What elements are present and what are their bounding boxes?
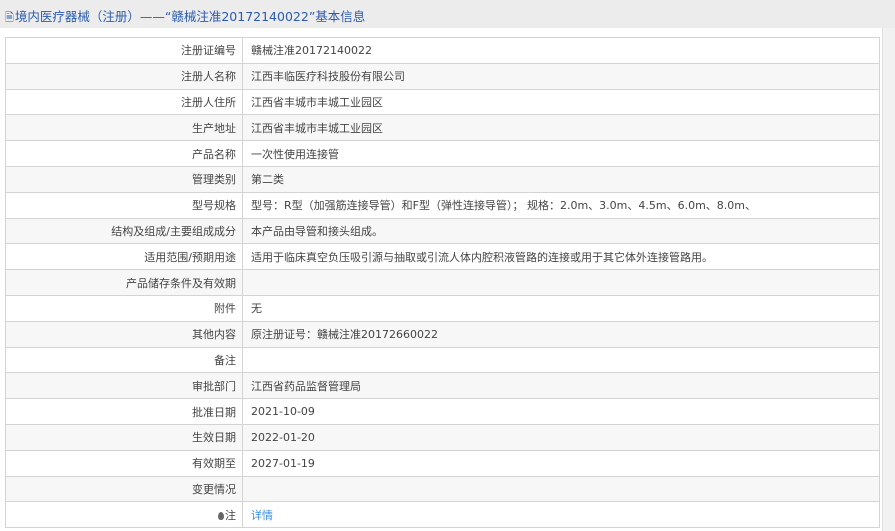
info-table: 注册证编号 赣械注准20172140022 注册人名称 江西丰临医疗科技股份有限公司注…: [5, 37, 880, 529]
row-label: 变更情况: [5, 475, 243, 503]
table-row: 注册证编号 赣械注准20172140022: [5, 37, 880, 64]
row-value: 江西丰临医疗科技股份有限公司: [242, 62, 880, 90]
row-value: 原注册证号：赣械注准20172660022: [242, 320, 880, 348]
document-icon: 🗎: [5, 11, 14, 24]
row-label: 管理类别: [5, 165, 243, 193]
table-row: 管理类别 第二类: [5, 165, 880, 193]
table-row: 型号规格 型号：R型（加强筋连接导管）和F型（弹性连接导管）； 规格：2.0m、3…: [5, 191, 880, 219]
row-value: [242, 475, 880, 503]
row-value: 适用于临床真空负压吸引源与抽取或引流人体内腔积液管路的连接或用于其它体外连接管路…: [242, 243, 880, 271]
table-row: 注册人住所 江西省丰城市丰城工业园区: [5, 88, 880, 116]
table-row: 附件无: [5, 294, 880, 322]
row-value: 2027-01-19: [242, 449, 880, 477]
details-link[interactable]: 详情: [251, 509, 273, 522]
row-label: 备注: [5, 346, 243, 374]
row-label: 批准日期: [5, 398, 243, 425]
page-title: 🗎境内医疗器械（注册）——“赣械注准20172140022”基本信息: [5, 6, 365, 28]
row-label: 生产地址: [5, 114, 243, 142]
row-label: 适用范围/预期用途: [5, 243, 243, 271]
row-label: 审批部门: [5, 372, 243, 400]
table-row: 批准日期 2021-10-09: [5, 398, 880, 425]
row-value: 江西省丰城市丰城工业园区: [242, 88, 880, 116]
row-value: [242, 346, 880, 374]
row-label: 注册证编号: [5, 37, 243, 64]
row-label: 注: [5, 501, 243, 529]
row-label: 注册人名称: [5, 62, 243, 90]
table-row: 变更情况: [5, 475, 880, 503]
table-row: 审批部门 江西省药品监督管理局: [5, 372, 880, 400]
row-value: 赣械注准20172140022: [242, 37, 880, 64]
pin-icon: [218, 511, 224, 520]
table-row: 注册人名称 江西丰临医疗科技股份有限公司: [5, 62, 880, 90]
table-row: 生效日期 2022-01-20: [5, 423, 880, 451]
row-value: 江西省药品监督管理局: [242, 372, 880, 400]
row-label: 附件: [5, 294, 243, 322]
row-value: [242, 269, 880, 296]
row-label: 注册人住所: [5, 88, 243, 116]
row-value: 江西省丰城市丰城工业园区: [242, 114, 880, 142]
note-row: 注详情: [5, 501, 880, 529]
row-label: 产品储存条件及有效期: [5, 269, 243, 296]
row-value: 详情: [242, 501, 880, 529]
row-label: 产品名称: [5, 140, 243, 167]
row-label: 生效日期: [5, 423, 243, 451]
table-row: 结构及组成/主要组成成分 本产品由导管和接头组成。: [5, 217, 880, 245]
table-row: 有效期至 2027-01-19: [5, 449, 880, 477]
row-value: 无: [242, 294, 880, 322]
row-label: 有效期至: [5, 449, 243, 477]
table-row: 产品储存条件及有效期: [5, 269, 880, 296]
row-value: 型号：R型（加强筋连接导管）和F型（弹性连接导管）； 规格：2.0m、3.0m、…: [242, 191, 880, 219]
table-row: 生产地址 江西省丰城市丰城工业园区: [5, 114, 880, 142]
row-value: 2022-01-20: [242, 423, 880, 451]
row-value: 第二类: [242, 165, 880, 193]
table-row: 备注: [5, 346, 880, 374]
table-row: 其他内容 原注册证号：赣械注准20172660022: [5, 320, 880, 348]
row-label: 结构及组成/主要组成成分: [5, 217, 243, 245]
table-row: 适用范围/预期用途 适用于临床真空负压吸引源与抽取或引流人体内腔积液管路的连接或用…: [5, 243, 880, 271]
table-row: 产品名称 一次性使用连接管: [5, 140, 880, 167]
row-value: 2021-10-09: [242, 398, 880, 425]
page-header: 🗎境内医疗器械（注册）——“赣械注准20172140022”基本信息: [0, 0, 895, 28]
row-label: 其他内容: [5, 320, 243, 348]
scrollbar[interactable]: [882, 28, 895, 531]
row-value: 本产品由导管和接头组成。: [242, 217, 880, 245]
row-value: 一次性使用连接管: [242, 140, 880, 167]
row-label: 型号规格: [5, 191, 243, 219]
